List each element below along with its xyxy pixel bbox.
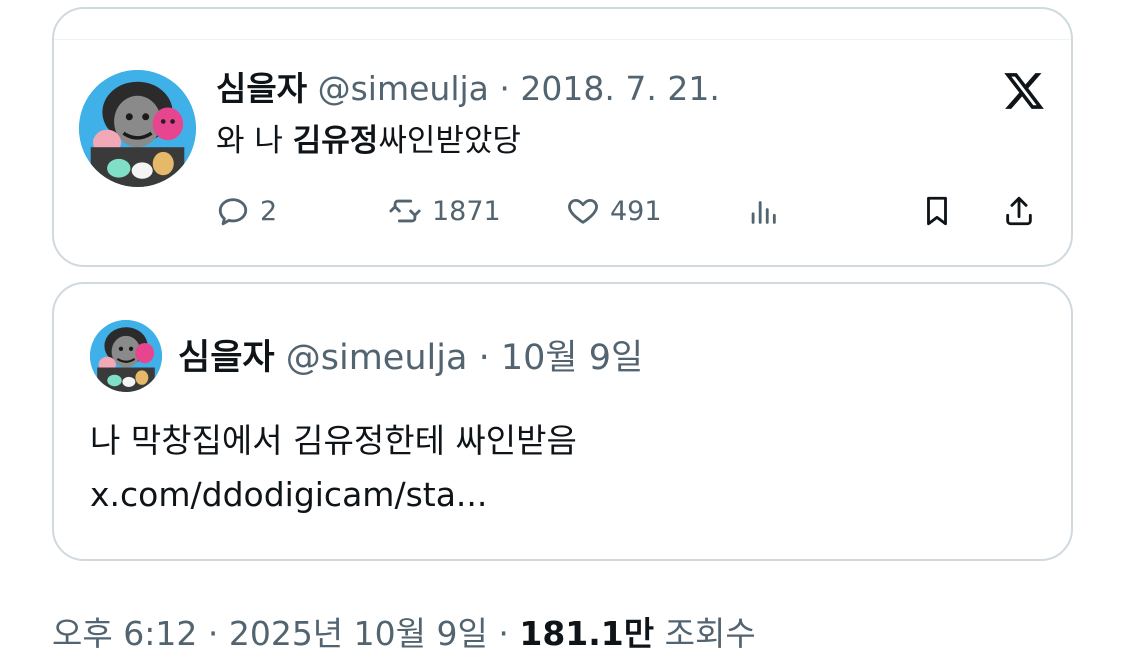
author-avatar[interactable]	[79, 70, 196, 187]
tweet-header: 심을자 @simeulja · 2018. 7. 21.	[216, 69, 720, 109]
reply-button[interactable]: 2	[216, 191, 277, 231]
reply-icon	[218, 198, 248, 226]
reply-count: 2	[260, 195, 278, 227]
share-button[interactable]	[1002, 191, 1036, 231]
tweet-date[interactable]: 2018. 7. 21.	[520, 69, 719, 108]
quoted-tweet-card[interactable]: 심을자 @simeulja · 10월 9일 나 막창집에서 김유정한테 싸인받…	[52, 282, 1073, 561]
card-divider	[54, 39, 1071, 40]
separator-dot: ·	[498, 614, 509, 653]
x-logo-icon[interactable]	[1002, 69, 1046, 113]
bookmark-button[interactable]	[920, 191, 954, 231]
quote-author-avatar[interactable]	[90, 320, 162, 392]
analytics-icon	[751, 201, 776, 224]
author-name[interactable]: 심을자	[216, 69, 307, 108]
post-date[interactable]: 2025년 10월 9일	[229, 614, 488, 653]
quote-text-line: 나 막창집에서 김유정한테 싸인받음	[90, 421, 577, 460]
author-handle[interactable]: @simeulja	[318, 69, 489, 108]
separator-dot: ·	[478, 338, 490, 378]
retweet-icon	[389, 199, 421, 223]
share-icon	[1006, 196, 1032, 226]
like-button[interactable]: 491	[566, 191, 662, 231]
heart-icon	[568, 198, 598, 224]
bookmark-icon	[927, 196, 947, 226]
tweet-text-bold: 김유정	[292, 123, 379, 159]
quote-author-handle[interactable]: @simeulja	[286, 338, 468, 378]
post-time[interactable]: 오후 6:12	[52, 614, 197, 653]
separator-dot: ·	[499, 69, 510, 108]
embedded-tweet-card[interactable]: 심을자 @simeulja · 2018. 7. 21. 와 나 김유정싸인받았…	[52, 7, 1073, 267]
tweet-text-suffix: 싸인받았당	[378, 123, 521, 159]
retweet-count: 1871	[432, 195, 501, 227]
quote-link[interactable]: x.com/ddodigicam/sta...	[90, 468, 577, 522]
avatar-illustration	[90, 320, 162, 392]
tweet-meta-footer: 오후 6:12 · 2025년 10월 9일 · 181.1만 조회수	[52, 612, 756, 656]
tweet-text-prefix: 와 나	[216, 123, 293, 159]
quote-text: 나 막창집에서 김유정한테 싸인받음 x.com/ddodigicam/sta.…	[90, 414, 577, 522]
retweet-button[interactable]: 1871	[388, 191, 501, 231]
quote-author-name[interactable]: 심을자	[178, 338, 275, 378]
tweet-text: 와 나 김유정싸인받았당	[216, 121, 521, 161]
avatar-illustration	[79, 70, 196, 187]
views-button[interactable]	[746, 191, 780, 231]
views-label: 조회수	[664, 614, 756, 653]
separator-dot: ·	[207, 614, 219, 653]
quote-date[interactable]: 10월 9일	[501, 338, 643, 378]
views-count: 181.1만	[519, 614, 655, 653]
tweet-actions: 2 1871 491	[216, 191, 1046, 231]
like-count: 491	[610, 195, 662, 227]
quote-header: 심을자 @simeulja · 10월 9일	[178, 336, 643, 380]
